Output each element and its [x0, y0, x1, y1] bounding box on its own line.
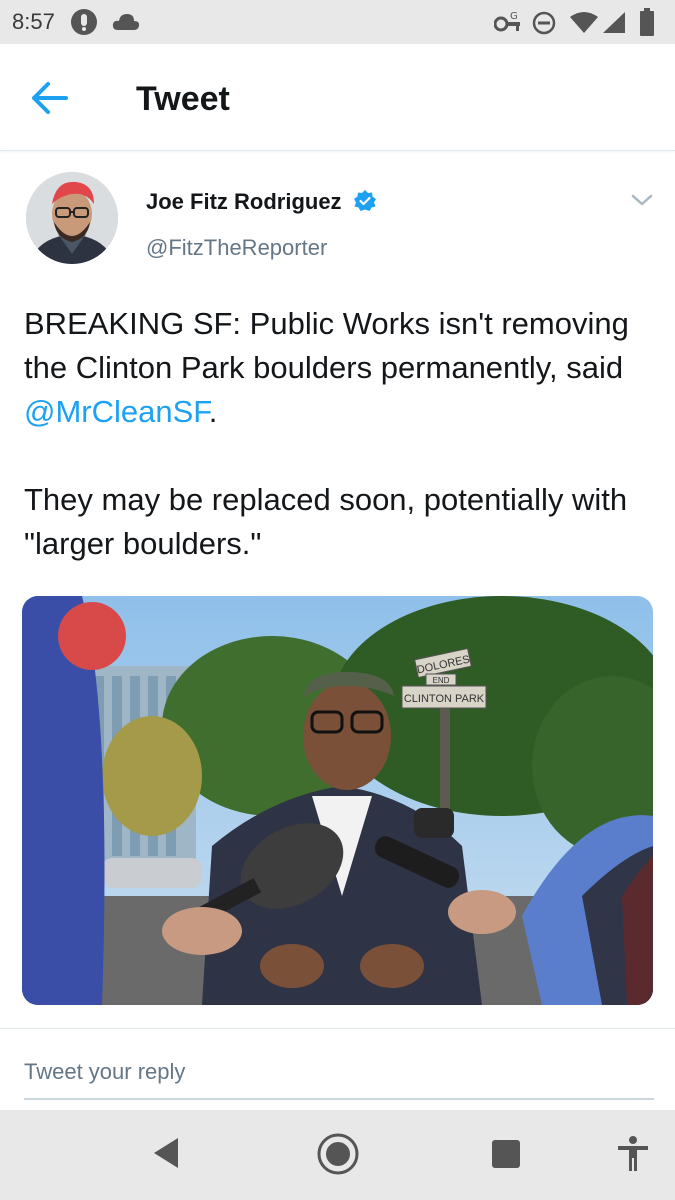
- sign-clinton-park: CLINTON PARK: [404, 693, 485, 705]
- tweet-text-end: .: [208, 394, 218, 429]
- svg-text:G: G: [510, 11, 518, 22]
- wifi-icon: [570, 12, 598, 39]
- nav-back-button[interactable]: [150, 1136, 184, 1175]
- page-title: Tweet: [136, 80, 230, 118]
- verified-badge-icon: [354, 190, 376, 212]
- author-handle[interactable]: @FitzTheReporter: [146, 235, 327, 261]
- reply-input[interactable]: [24, 1052, 654, 1092]
- signal-icon: [603, 12, 627, 39]
- arrow-left-icon: [32, 82, 68, 114]
- reply-divider: [0, 1028, 675, 1029]
- cloud-icon: [112, 12, 140, 37]
- tweet-paragraph-2: They may be replaced soon, potentially w…: [24, 482, 628, 561]
- chevron-down-icon: [631, 194, 653, 206]
- reply-underline: [24, 1098, 654, 1100]
- back-button[interactable]: [30, 78, 74, 118]
- nav-recents-button[interactable]: [492, 1140, 520, 1173]
- vpn-key-icon: G: [493, 10, 524, 39]
- home-circle-icon: [317, 1133, 359, 1175]
- status-bar: 8:57 G: [0, 0, 675, 44]
- battery-icon: [640, 8, 654, 41]
- back-triangle-icon: [154, 1138, 178, 1168]
- tweet-text: BREAKING SF: Public Works isn't removing…: [24, 302, 654, 566]
- accessibility-icon: [618, 1136, 648, 1171]
- tweet-paragraph: BREAKING SF: Public Works isn't removing…: [24, 302, 654, 434]
- sign-end: END: [433, 676, 450, 685]
- app-header: Tweet: [0, 44, 675, 151]
- avatar[interactable]: [26, 172, 118, 264]
- nav-home-button[interactable]: [316, 1132, 360, 1181]
- mention-link[interactable]: @MrCleanSF: [24, 394, 209, 429]
- status-time: 8:57: [12, 9, 55, 34]
- notification-icon: [70, 8, 98, 41]
- nav-accessibility-button[interactable]: [618, 1136, 648, 1177]
- tweet-photo[interactable]: DOLORES END CLINTON PARK: [22, 596, 653, 1005]
- do-not-disturb-icon: [532, 11, 556, 40]
- author-name[interactable]: Joe Fitz Rodriguez: [146, 189, 342, 215]
- tweet-options-button[interactable]: [630, 190, 654, 210]
- tweet-text-part: BREAKING SF: Public Works isn't removing…: [24, 306, 629, 385]
- recents-square-icon: [492, 1140, 520, 1168]
- system-nav-bar: [0, 1110, 675, 1200]
